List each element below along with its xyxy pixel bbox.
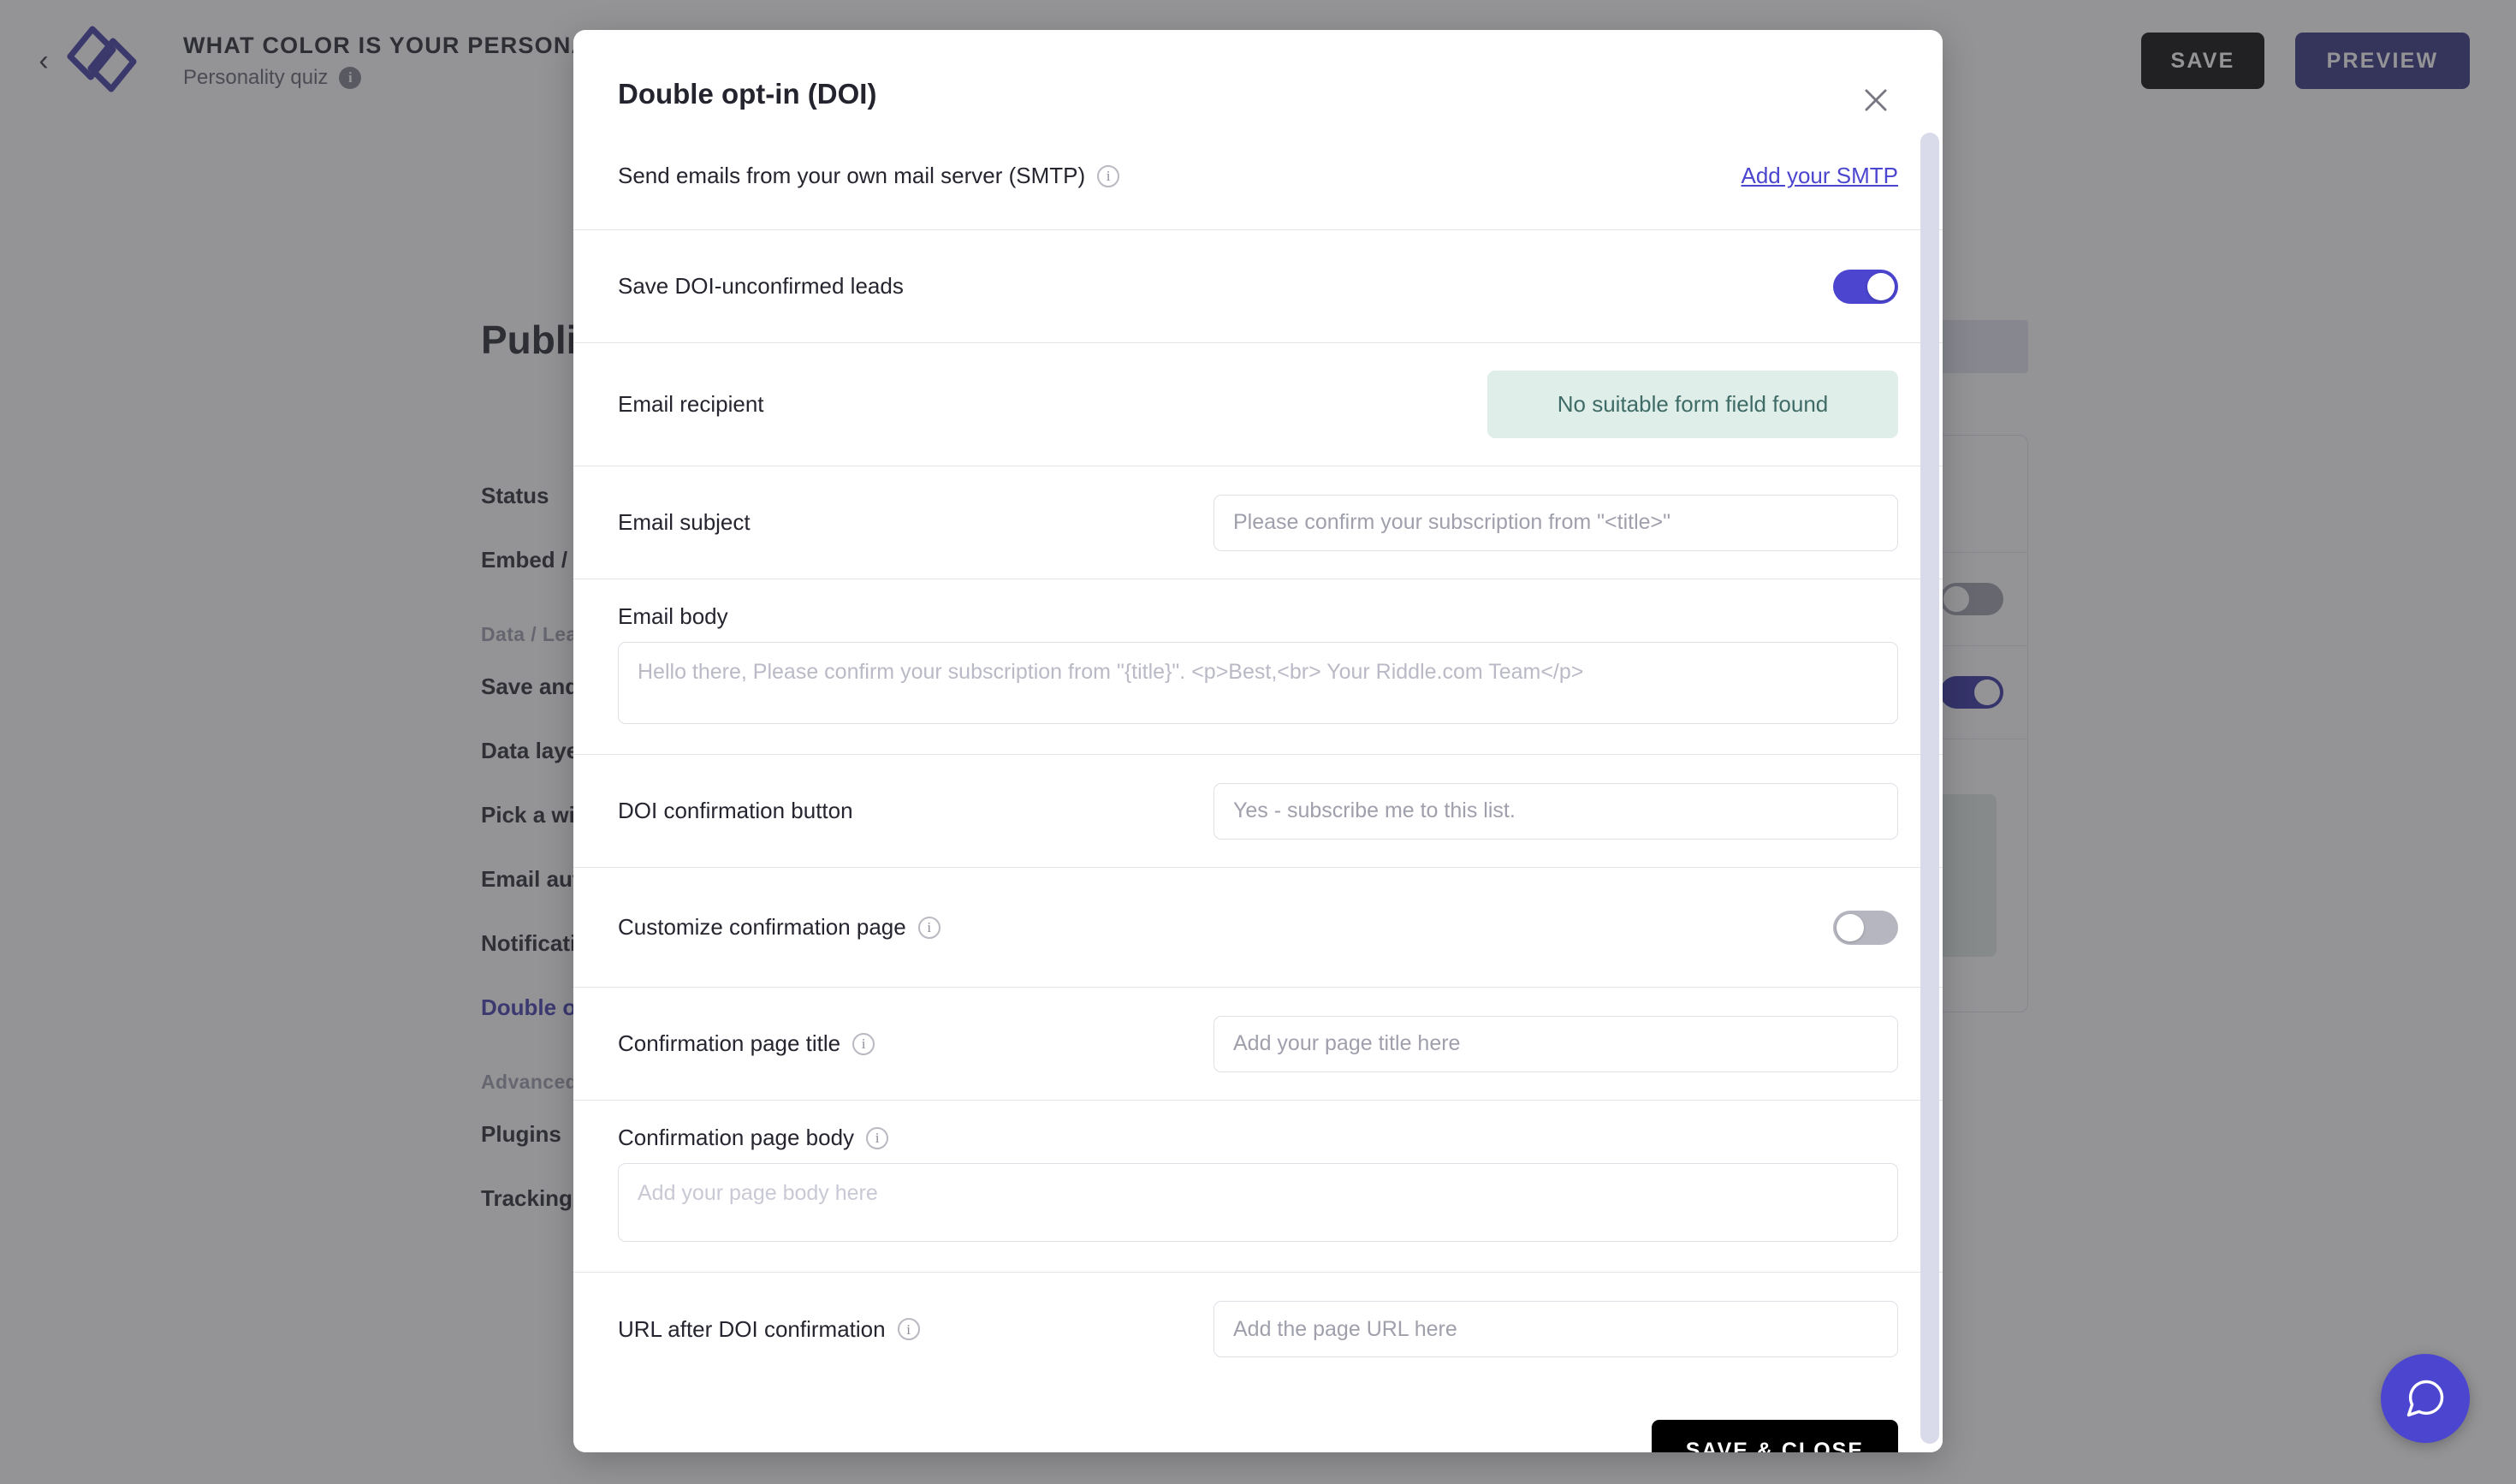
smtp-action: Add your SMTP: [1741, 163, 1898, 189]
email-recipient-label-wrap: Email recipient: [618, 391, 764, 418]
save-unconfirmed-label-wrap: Save DOI-unconfirmed leads: [618, 273, 904, 300]
doi-confirmation-button-input[interactable]: [1213, 782, 1898, 840]
smtp-label: Send emails from your own mail server (S…: [618, 163, 1086, 188]
row-url-after-confirmation: URL after DOI confirmation i: [573, 1273, 1943, 1386]
smtp-label-wrap: Send emails from your own mail server (S…: [618, 163, 1120, 189]
modal-footer: SAVE & CLOSE: [573, 1386, 1943, 1452]
customize-page-toggle[interactable]: [1833, 910, 1898, 945]
customize-page-label-wrap: Customize confirmation page i: [618, 914, 941, 941]
status-badge: No suitable form field found: [1487, 371, 1898, 438]
redirect-url-control: [1213, 1301, 1898, 1357]
info-icon[interactable]: i: [897, 1318, 920, 1340]
row-doi-confirmation-button: DOI confirmation button: [573, 755, 1943, 868]
email-subject-label: Email subject: [618, 509, 751, 535]
save-unconfirmed-control: [1833, 269, 1898, 304]
confirmation-page-body-label: Confirmation page body: [618, 1125, 855, 1150]
email-recipient-control: No suitable form field found: [1487, 371, 1898, 438]
redirect-url-label: URL after DOI confirmation: [618, 1315, 886, 1342]
double-opt-in-modal: Double opt-in (DOI) Send emails from you…: [573, 30, 1943, 1452]
email-body-textarea[interactable]: [618, 642, 1898, 724]
info-icon[interactable]: i: [1097, 164, 1120, 187]
redirect-url-input[interactable]: [1213, 1301, 1898, 1357]
add-smtp-link[interactable]: Add your SMTP: [1741, 163, 1898, 189]
page-title-control: [1213, 1015, 1898, 1072]
row-email-recipient: Email recipient No suitable form field f…: [573, 343, 1943, 466]
page-body-label-wrap: Confirmation page body i: [618, 1125, 1898, 1151]
confirmation-page-title-label: Confirmation page title: [618, 1030, 841, 1056]
redirect-url-label-wrap: URL after DOI confirmation i: [618, 1316, 920, 1343]
row-confirmation-page-body: Confirmation page body i: [573, 1101, 1943, 1273]
email-subject-control: [1213, 494, 1898, 551]
modal-header: Double opt-in (DOI): [573, 30, 1943, 122]
doi-button-label: DOI confirmation button: [618, 798, 853, 823]
info-icon[interactable]: i: [852, 1032, 875, 1055]
row-smtp: Send emails from your own mail server (S…: [573, 122, 1943, 230]
email-subject-input[interactable]: [1213, 494, 1898, 551]
close-icon[interactable]: [1854, 78, 1898, 122]
doi-button-label-wrap: DOI confirmation button: [618, 798, 853, 824]
confirmation-page-title-input[interactable]: [1213, 1015, 1898, 1072]
row-customize-confirmation-page: Customize confirmation page i: [573, 868, 1943, 988]
modal-scrollbar[interactable]: [1920, 133, 1939, 1444]
modal-title: Double opt-in (DOI): [618, 78, 877, 110]
row-email-body: Email body: [573, 579, 1943, 755]
page-title-label-wrap: Confirmation page title i: [618, 1030, 875, 1057]
info-icon[interactable]: i: [917, 916, 941, 939]
save-and-close-button[interactable]: SAVE & CLOSE: [1651, 1420, 1898, 1452]
doi-button-control: [1213, 782, 1898, 840]
email-body-label: Email body: [618, 603, 728, 629]
email-body-label-wrap: Email body: [618, 603, 1898, 630]
chat-bubble-icon[interactable]: [2381, 1354, 2470, 1443]
customize-page-label: Customize confirmation page: [618, 914, 906, 940]
save-unconfirmed-label: Save DOI-unconfirmed leads: [618, 273, 904, 299]
email-subject-label-wrap: Email subject: [618, 509, 751, 536]
row-confirmation-page-title: Confirmation page title i: [573, 988, 1943, 1101]
save-unconfirmed-toggle[interactable]: [1833, 269, 1898, 304]
row-save-unconfirmed-leads: Save DOI-unconfirmed leads: [573, 230, 1943, 343]
confirmation-page-body-textarea[interactable]: [618, 1163, 1898, 1242]
row-email-subject: Email subject: [573, 466, 1943, 579]
modal-scroll-area: Double opt-in (DOI) Send emails from you…: [573, 30, 1943, 1452]
customize-page-control: [1833, 910, 1898, 945]
email-recipient-label: Email recipient: [618, 391, 764, 417]
info-icon[interactable]: i: [866, 1126, 889, 1149]
